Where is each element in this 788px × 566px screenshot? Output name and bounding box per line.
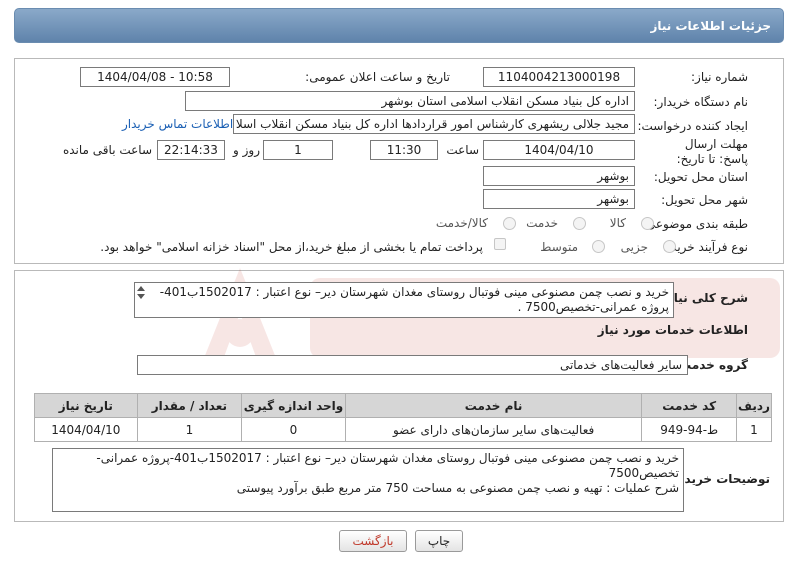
deadline-date-field: 1404/04/10	[483, 140, 635, 160]
col-code-header: کد خدمت	[641, 393, 737, 418]
col-name-header: نام خدمت	[344, 393, 643, 418]
need-number-label: شماره نیاز:	[691, 70, 748, 84]
treasury-payment-checkbox[interactable]	[494, 238, 506, 250]
col-unit-header: واحد اندازه گیری	[241, 393, 346, 418]
process-minor-radio[interactable]	[663, 240, 676, 253]
col-row-header: ردیف	[735, 393, 773, 418]
summary-textarea[interactable]: خرید و نصب چمن مصنوعی مینی فوتبال روستای…	[134, 282, 674, 318]
services-table: ردیف کد خدمت نام خدمت واحد اندازه گیری ت…	[34, 393, 773, 442]
category-service-radio[interactable]	[573, 217, 586, 230]
category-goods-radio[interactable]	[641, 217, 654, 230]
back-button[interactable]: بازگشت	[339, 530, 407, 552]
province-field: بوشهر	[483, 166, 635, 186]
buyer-notes-line2: شرح عملیات : تهیه و نصب چمن مصنوعی به مس…	[236, 481, 679, 495]
remaining-time-field: 22:14:33	[157, 140, 225, 160]
remaining-time-label: ساعت باقی مانده	[62, 143, 152, 157]
buyer-contact-link[interactable]: اطلاعات تماس خریدار	[122, 117, 233, 131]
deadline-time-label: ساعت	[446, 143, 479, 157]
cell-qty: 1	[136, 417, 243, 442]
days-field: 1	[263, 140, 333, 160]
page-header: جزئیات اطلاعات نیاز	[14, 8, 784, 43]
cell-code: ط-94-949	[641, 417, 737, 442]
days-label: روز و	[233, 143, 260, 157]
category-service-label: خدمت	[526, 216, 558, 230]
print-button[interactable]: چاپ	[415, 530, 463, 552]
creator-label: ایجاد کننده درخواست:	[637, 119, 748, 133]
deadline-time-field: 11:30	[370, 140, 438, 160]
city-field: بوشهر	[483, 189, 635, 209]
process-minor-label: جزیی	[620, 240, 648, 254]
process-medium-radio[interactable]	[592, 240, 605, 253]
summary-text: خرید و نصب چمن مصنوعی مینی فوتبال روستای…	[159, 285, 669, 314]
col-date-header: تاریخ نیاز	[34, 393, 138, 418]
need-number-field: 1104004213000198	[483, 67, 635, 87]
announce-date-label: تاریخ و ساعت اعلان عمومی:	[305, 70, 450, 84]
service-group-field: سایر فعالیت‌های خدماتی	[137, 355, 688, 375]
category-label: طبقه بندی موضوعی:	[641, 217, 748, 231]
buyer-org-field: اداره کل بنیاد مسکن انقلاب اسلامی استان …	[185, 91, 635, 111]
category-both-radio[interactable]	[503, 217, 516, 230]
announce-date-field: 1404/04/08 - 10:58	[80, 67, 230, 87]
page-title: جزئیات اطلاعات نیاز	[650, 19, 771, 33]
services-section-title: اطلاعات خدمات مورد نیاز	[597, 323, 748, 337]
city-label: شهر محل تحویل:	[661, 193, 748, 207]
cell-row: 1	[735, 417, 773, 442]
process-medium-label: متوسط	[540, 240, 578, 254]
buyer-org-label: نام دستگاه خریدار:	[653, 95, 749, 109]
scroll-up-icon[interactable]	[137, 286, 145, 291]
scroll-down-icon[interactable]	[137, 294, 145, 299]
province-label: استان محل تحویل:	[653, 170, 748, 184]
cell-unit: 0	[241, 417, 346, 442]
summary-label: شرح کلی نیاز:	[662, 291, 748, 305]
table-row: 1 ط-94-949 فعالیت‌های سایر سازمان‌های دا…	[34, 417, 773, 442]
buyer-notes-textarea[interactable]: خرید و نصب چمن مصنوعی مینی فوتبال روستای…	[52, 448, 684, 512]
category-goods-label: کالا	[609, 216, 626, 230]
col-qty-header: تعداد / مقدار	[136, 393, 243, 418]
payment-note: پرداخت تمام یا بخشی از مبلغ خرید،از محل …	[100, 240, 483, 254]
creator-field: مجید جلالی ریشهری کارشناس امور قراردادها…	[233, 114, 635, 134]
cell-date: 1404/04/10	[34, 417, 138, 442]
table-header-row: ردیف کد خدمت نام خدمت واحد اندازه گیری ت…	[34, 393, 773, 418]
category-both-label: کالا/خدمت	[435, 216, 488, 230]
buyer-notes-line1: خرید و نصب چمن مصنوعی مینی فوتبال روستای…	[96, 451, 679, 480]
deadline-label: مهلت ارسال پاسخ: تا تاریخ:	[676, 137, 748, 166]
cell-name: فعالیت‌های سایر سازمان‌های دارای عضو	[344, 417, 643, 442]
